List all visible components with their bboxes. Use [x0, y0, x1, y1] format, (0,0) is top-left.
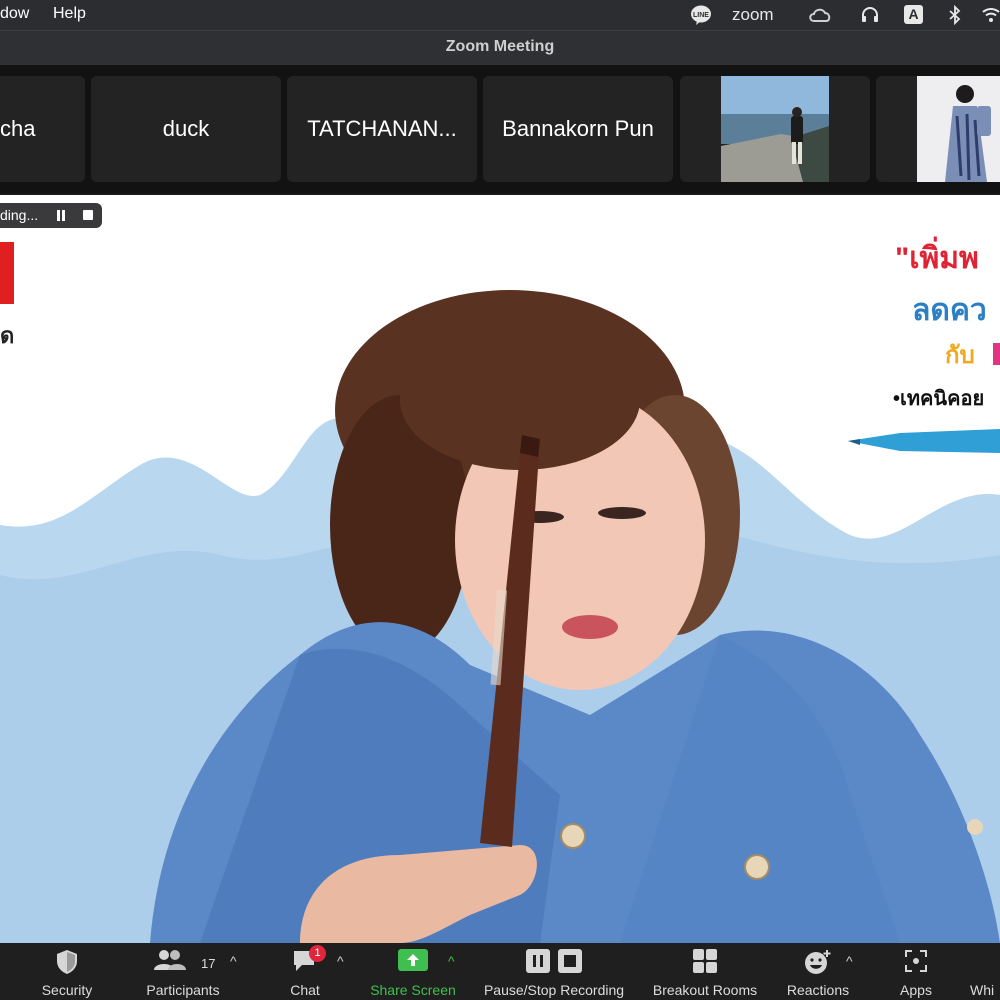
line-app-icon[interactable]: LINE: [690, 4, 712, 26]
window-title-bar: Zoom Meeting: [0, 30, 1000, 66]
participant-name: cha: [0, 116, 36, 141]
participant-video-tile[interactable]: [680, 76, 870, 182]
participant-tile[interactable]: Bannakorn Pun: [483, 76, 673, 182]
share-screen-icon: [398, 949, 428, 971]
participants-options-caret-icon[interactable]: ^: [230, 953, 237, 969]
zoom-menubar-icon[interactable]: zoom: [732, 5, 774, 25]
chat-button[interactable]: 1 Chat: [280, 943, 330, 1000]
breakout-rooms-label: Breakout Rooms: [652, 982, 758, 998]
meeting-controls-toolbar: Security 17 Participants ^ 1 Chat ^ Shar…: [0, 943, 1000, 1000]
reactions-icon: [805, 950, 831, 974]
apps-icon: [905, 950, 927, 972]
reactions-options-caret-icon[interactable]: ^: [846, 953, 853, 969]
participant-name: duck: [162, 116, 210, 141]
share-options-caret-icon[interactable]: ^: [448, 953, 455, 969]
breakout-rooms-button[interactable]: Breakout Rooms: [646, 943, 764, 1000]
participant-tile[interactable]: duck: [91, 76, 281, 182]
recording-pause-icon[interactable]: [56, 210, 66, 221]
chat-options-caret-icon[interactable]: ^: [337, 953, 344, 969]
participant-video-tile[interactable]: [876, 76, 1000, 182]
recording-stop-icon[interactable]: [83, 210, 93, 221]
participants-count: 17: [201, 956, 216, 971]
apps-label: Apps: [900, 982, 932, 998]
participant-tile[interactable]: TATCHANAN...: [287, 76, 477, 182]
bluetooth-icon[interactable]: [948, 5, 962, 25]
recording-indicator: ding...: [0, 203, 102, 228]
svg-text:•เทคนิคอย: •เทคนิคอย: [893, 388, 984, 410]
apps-button[interactable]: Apps: [890, 943, 942, 1000]
wifi-icon[interactable]: [982, 6, 1000, 24]
participant-tile[interactable]: cha: [0, 76, 85, 182]
security-button[interactable]: Security: [30, 943, 104, 1000]
window-title: Zoom Meeting: [445, 38, 555, 55]
participant-name: TATCHANAN...: [307, 116, 457, 141]
whiteboard-button[interactable]: Whi: [970, 943, 1000, 1000]
headphones-icon[interactable]: [860, 5, 880, 25]
pause-stop-recording-button[interactable]: Pause/Stop Recording: [476, 943, 632, 1000]
speaker-video-frame: ุด "เพิ่มพ ลดคว กับ •เทคนิคอย: [0, 195, 1000, 943]
whiteboard-label: Whi: [970, 982, 995, 998]
participant-video-seaside: [721, 76, 829, 182]
creative-cloud-icon[interactable]: [808, 6, 832, 24]
participants-label: Participants: [146, 982, 220, 998]
reactions-button[interactable]: Reactions: [782, 943, 854, 1000]
input-source-icon[interactable]: A: [904, 5, 923, 24]
recording-status-text: ding...: [0, 207, 39, 223]
shield-icon: [57, 950, 77, 974]
svg-text:กับ: กับ: [945, 342, 975, 369]
participant-thumbnail-strip: cha duck TATCHANAN... Bannakorn Pun: [0, 65, 1000, 193]
menu-help[interactable]: Help: [53, 5, 86, 23]
pause-stop-icons: [526, 949, 582, 973]
participants-icon: [154, 950, 186, 970]
active-speaker-video: ุด "เพิ่มพ ลดคว กับ •เทคนิคอย: [0, 195, 1000, 943]
share-screen-button[interactable]: Share Screen: [366, 943, 460, 1000]
participant-video-dress: [917, 76, 1000, 182]
participant-name: Bannakorn Pun: [502, 116, 654, 141]
svg-text:"เพิ่มพ: "เพิ่มพ: [895, 236, 979, 275]
svg-text:ลดคว: ลดคว: [912, 294, 987, 327]
share-screen-label: Share Screen: [370, 982, 456, 998]
pause-stop-recording-label: Pause/Stop Recording: [483, 982, 625, 998]
security-label: Security: [41, 982, 93, 998]
chat-label: Chat: [290, 982, 320, 998]
breakout-rooms-icon: [693, 949, 717, 973]
chat-unread-badge: 1: [309, 945, 326, 962]
participants-button[interactable]: 17 Participants: [136, 943, 230, 1000]
svg-text:ุด: ุด: [0, 323, 14, 350]
macos-menubar: dow Help LINE zoom A: [0, 0, 1000, 30]
menu-window[interactable]: dow: [0, 5, 29, 23]
line-app-label: LINE: [693, 12, 709, 19]
reactions-label: Reactions: [786, 982, 850, 998]
